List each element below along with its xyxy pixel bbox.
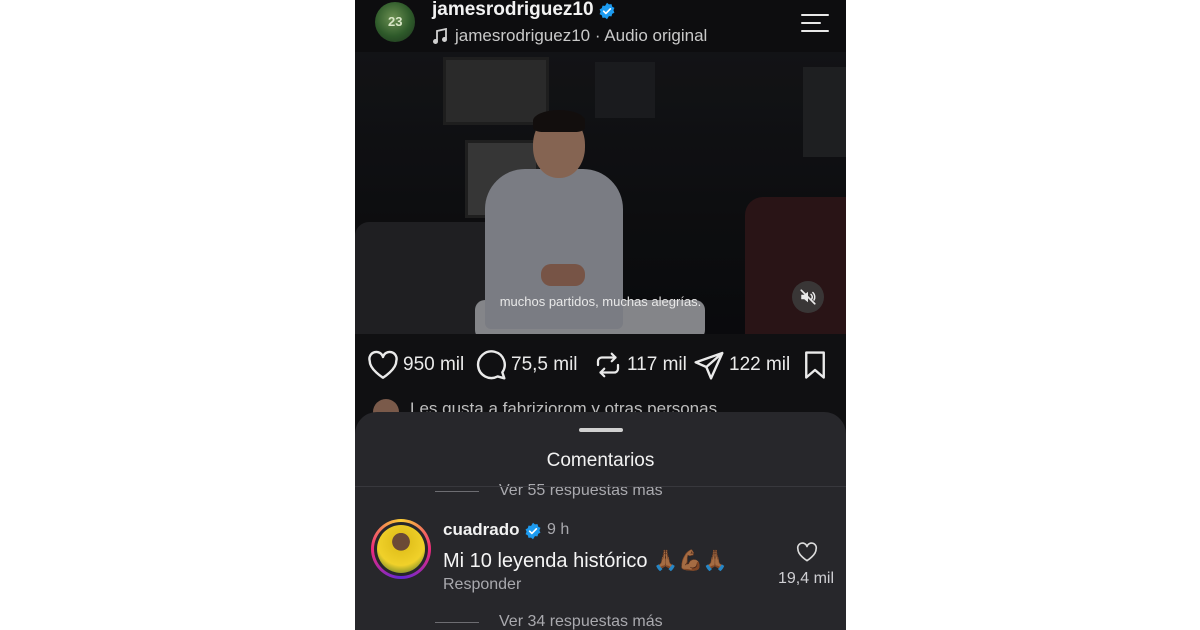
comment-heart-icon[interactable] [796, 542, 818, 562]
comment-count: 75,5 mil [511, 354, 578, 375]
instagram-reel-screen: 23 jamesrodriguez10 jamesrodriguez10 · A… [355, 0, 846, 630]
save-button[interactable] [801, 345, 829, 385]
audio-info[interactable]: jamesrodriguez10 · Audio original [432, 26, 707, 46]
sheet-divider [355, 486, 846, 487]
bookmark-icon [805, 351, 825, 379]
reply-thread-line [435, 490, 479, 492]
like-button[interactable]: 950 mil [367, 345, 464, 385]
repost-icon [596, 352, 620, 378]
avatar-jersey-number: 23 [388, 14, 403, 29]
comment-time: 9 h [547, 521, 570, 538]
speaker-muted-icon [800, 289, 816, 305]
comment-button[interactable]: 75,5 mil [475, 345, 578, 385]
comment-avatar[interactable] [371, 519, 431, 579]
comment-username[interactable]: cuadrado [443, 520, 520, 540]
view-replies-label: Ver 55 respuestas mas [499, 482, 663, 499]
audio-label: jamesrodriguez10 · Audio original [455, 26, 708, 45]
share-count: 122 mil [729, 354, 791, 375]
view-replies-link[interactable]: Ver 34 respuestas más [435, 613, 663, 630]
comments-sheet: Comentarios Ver 55 respuestas mas cuadra… [355, 412, 846, 630]
heart-icon [368, 350, 398, 379]
verified-badge-icon [599, 2, 615, 20]
repost-button[interactable]: 117 mil [593, 345, 687, 385]
sheet-title: Comentarios [546, 450, 655, 471]
reel-video[interactable]: muchos partidos, muchas alegrías. [355, 52, 846, 334]
video-subtitle: muchos partidos, muchas alegrías. [499, 294, 702, 309]
action-bar: 950 mil 75,5 mil 117 mil 122 mil [355, 345, 846, 385]
music-note-icon [433, 27, 447, 44]
comment-bubble-icon [476, 350, 506, 380]
view-replies-label: Ver 34 respuestas más [499, 613, 663, 630]
comment-avatar-photo [377, 525, 425, 573]
sheet-grabber-handle[interactable] [579, 428, 623, 432]
view-replies-link[interactable]: Ver 55 respuestas mas [435, 482, 663, 500]
verified-badge-icon [525, 522, 541, 540]
mute-button[interactable] [792, 281, 824, 313]
comment-like-count: 19,4 mil [777, 570, 835, 587]
video-shade [355, 52, 846, 334]
repost-count: 117 mil [627, 354, 687, 375]
author-username[interactable]: jamesrodriguez10 [432, 0, 594, 21]
menu-icon[interactable] [801, 14, 829, 32]
send-icon [694, 351, 724, 380]
like-count: 950 mil [403, 354, 465, 375]
avatar[interactable]: 23 [375, 2, 415, 42]
share-button[interactable]: 122 mil [693, 345, 790, 385]
reply-thread-line [435, 621, 479, 623]
reply-button[interactable]: Responder [443, 576, 521, 594]
reel-header: 23 jamesrodriguez10 jamesrodriguez10 · A… [355, 0, 846, 52]
comment-text: Mi 10 leyenda histórico 🙏🏾💪🏾🙏🏾 [443, 550, 728, 572]
